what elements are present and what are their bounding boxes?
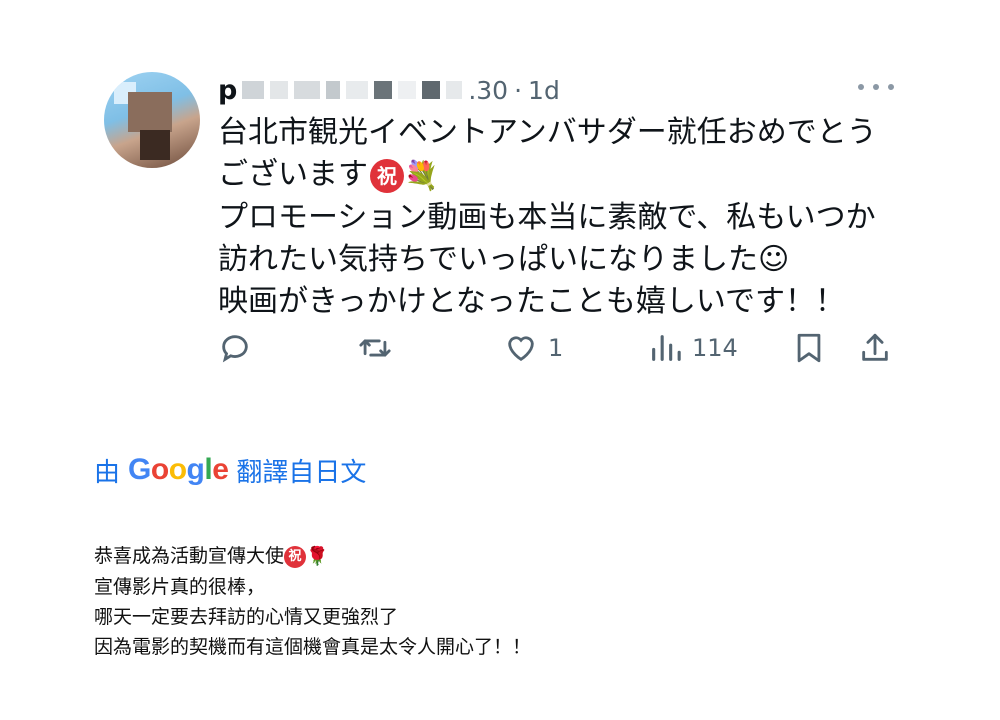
avatar-pixel [140,130,170,160]
bookmark-icon [797,333,821,363]
tweet-text: 台北市観光イベントアンバサダー就任おめでとう ございます祝 💐 プロモーション動画… [218,112,918,323]
celebrate-emoji: 祝 [284,545,307,568]
reply-button[interactable] [218,326,252,370]
tweet-header: p .30 · 1d [218,74,560,106]
tweet-card: p .30 · 1d 台北市観光イベントアンバサダー就任おめでとう ございます祝… [0,0,1000,400]
views-button[interactable]: 114 [648,326,738,370]
share-icon [862,333,888,361]
reply-icon [222,335,248,363]
views-count: 114 [692,334,738,362]
translated-line: 宣傳影片真的很棒， [94,575,266,598]
translate-prefix: 由 [94,457,121,488]
heart-icon [508,336,534,362]
retweet-icon [359,339,391,357]
username[interactable]: p [218,75,238,106]
action-bar: 1 114 [218,326,898,370]
tweet-line: ございます祝 💐 [218,154,918,197]
separator-dot: · [514,75,523,105]
rose-emoji: 🌹 [306,545,329,567]
celebrate-emoji: 祝 [370,158,404,193]
translate-suffix: 翻譯自日文 [236,457,367,488]
translated-line: 恭喜成為活動宣傳大使祝 🌹 [94,541,531,572]
retweet-button[interactable] [358,326,392,370]
tweet-line: 台北市観光イベントアンバサダー就任おめでとう [218,115,877,150]
tweet-line-text: ございます [218,157,368,192]
bookmark-button[interactable] [792,326,826,370]
translation-attribution[interactable]: 由 Google 翻譯自日文 [94,450,366,490]
share-button[interactable] [858,326,892,370]
tweet-line: 訪れたい気持ちでいっぱいになりました☺ [218,241,790,277]
translated-line: 因為電影的契機而有這個機會真是太令人開心了！！ [94,635,532,658]
google-logo: Google [128,453,229,486]
like-button[interactable]: 1 [504,326,563,370]
translated-text: 恭喜成為活動宣傳大使祝 🌹 宣傳影片真的很棒， 哪天一定要去拜訪的心情又更強烈了 … [94,541,531,662]
censored-name [242,81,463,99]
timestamp[interactable]: 1d [528,76,560,105]
tweet-line: プロモーション動画も本当に素敵で、私もいつか [218,199,876,235]
bouquet-emoji: 💐 [404,158,439,192]
handle[interactable]: .30 [468,76,508,105]
views-icon [652,335,681,361]
avatar[interactable] [104,72,200,168]
tweet-line: 映画がきっかけとなったことも嬉しいです！！ [218,283,845,319]
avatar-pixel [128,92,172,132]
translated-line: 哪天一定要去拜訪的心情又更強烈了 [94,605,399,628]
translated-line-text: 恭喜成為活動宣傳大使 [94,545,285,567]
like-count: 1 [548,334,564,362]
more-options-icon[interactable] [858,76,894,98]
